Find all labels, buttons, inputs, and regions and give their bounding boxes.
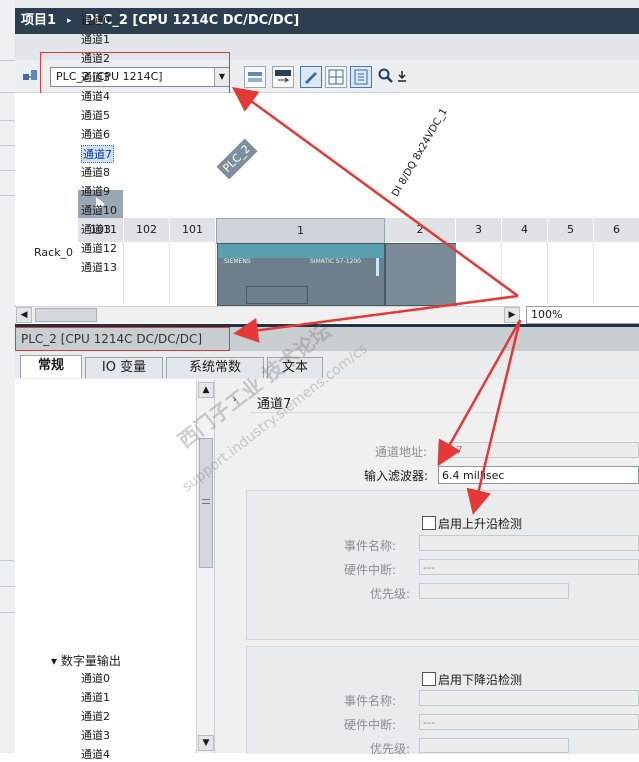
tree-item-output-channel[interactable]: 通道1 xyxy=(81,689,110,705)
priority-label: 优先级: xyxy=(370,742,411,756)
tree-item-output-channel[interactable]: 通道2 xyxy=(81,708,110,724)
slot-header[interactable]: 101 xyxy=(170,218,216,242)
hw-interrupt-label: 硬件中断: xyxy=(344,718,397,732)
device-overview-icon[interactable] xyxy=(244,66,266,88)
tree-item-input-channel[interactable]: 通道2 xyxy=(81,50,110,66)
device-breadcrumb[interactable]: PLC_2 [CPU 1214C DC/DC/DC] xyxy=(85,8,299,34)
slot-header[interactable]: 5 xyxy=(548,218,594,242)
tree-item-output-channel[interactable]: 通道4 xyxy=(81,746,110,762)
zoom-level-value: 100% xyxy=(531,308,563,321)
tree-item-input-channel[interactable]: 通道4 xyxy=(81,88,110,104)
scrollbar-thumb[interactable] xyxy=(35,308,97,322)
channel-address-label: 通道地址: xyxy=(375,445,428,459)
slot-header[interactable]: 2 xyxy=(385,218,456,242)
tree-item-input-channel[interactable]: 通道13 xyxy=(81,259,117,275)
scroll-down-icon[interactable]: ▼ xyxy=(198,735,214,751)
di-dq-module[interactable] xyxy=(385,243,457,306)
falling-edge-label: 启用下降沿检测 xyxy=(438,673,523,687)
slot-header[interactable]: 6 xyxy=(594,218,639,242)
tree-item-input-channel[interactable]: 通道0 xyxy=(81,12,110,28)
expand-arrow-icon[interactable]: ▾ xyxy=(51,654,61,668)
tree-item-output-channel[interactable]: 通道0 xyxy=(81,670,110,686)
slot-header[interactable]: 3 xyxy=(456,218,502,242)
scroll-left-icon[interactable]: ◀ xyxy=(16,307,32,323)
input-filter-select[interactable]: 6.4 millisec xyxy=(438,466,639,484)
section-divider xyxy=(250,412,639,413)
priority-field xyxy=(419,583,569,599)
list-view-icon[interactable] xyxy=(350,66,372,88)
tree-item-input-channel[interactable]: 通道10 xyxy=(81,202,117,218)
rack-slot[interactable] xyxy=(170,242,216,304)
priority-field xyxy=(419,738,569,753)
hw-interrupt-field: --- xyxy=(419,559,639,575)
tab-general[interactable]: 常规 xyxy=(20,355,82,378)
slot-header[interactable]: 102 xyxy=(124,218,170,242)
rack-name-label: Rack_0 xyxy=(34,246,74,259)
tree-item-input-channel[interactable]: 通道8 xyxy=(81,164,110,180)
grid-view-icon[interactable] xyxy=(325,66,347,88)
rack-slot[interactable] xyxy=(548,242,594,304)
input-filter-label: 输入滤波器: xyxy=(364,469,429,483)
event-name-label: 事件名称: xyxy=(344,694,397,708)
rising-edge-checkbox[interactable] xyxy=(422,516,436,530)
slot-header[interactable]: 1 xyxy=(216,218,385,244)
slot-header[interactable]: 4 xyxy=(502,218,548,242)
rack-slot[interactable] xyxy=(456,242,502,304)
rising-edge-label: 启用上升沿检测 xyxy=(438,517,523,531)
network-view-icon[interactable] xyxy=(22,68,38,84)
tree-item-input-channel[interactable]: 通道3 xyxy=(81,69,110,85)
tree-item-input-channel[interactable]: 通道7 xyxy=(81,145,114,163)
highlight-box-inspector-title xyxy=(15,327,230,351)
priority-label: 优先级: xyxy=(370,587,411,601)
tree-group-digital-output[interactable]: ▾ 数字量输出 xyxy=(51,652,121,669)
event-name-field xyxy=(419,535,639,551)
tree-item-input-channel[interactable]: 通道6 xyxy=(81,126,110,142)
canvas-horizontal-scrollbar[interactable]: ◀ ▶ xyxy=(15,306,520,323)
tree-item-input-channel[interactable]: 通道1 xyxy=(81,31,110,47)
tree-item-output-channel[interactable]: 通道3 xyxy=(81,727,110,743)
tree-item-input-channel[interactable]: 通道12 xyxy=(81,240,117,256)
tree-group-label: 数字量输出 xyxy=(60,654,121,668)
rack-slot[interactable] xyxy=(594,242,639,304)
download-arrow-icon[interactable] xyxy=(397,70,407,82)
rack-slot[interactable] xyxy=(124,242,170,304)
left-dock-strip xyxy=(0,0,16,753)
scroll-right-icon[interactable]: ▶ xyxy=(504,307,520,323)
tree-item-input-channel[interactable]: 通道5 xyxy=(81,107,110,123)
project-name[interactable]: 项目1 xyxy=(21,8,56,34)
cpu-brand-label: SIEMENS xyxy=(224,258,251,265)
zoom-level-field[interactable]: 100% xyxy=(526,306,639,324)
channel-address-field: I0.7 xyxy=(438,442,639,458)
tab-io-tags[interactable]: IO 变量 xyxy=(85,357,163,378)
hw-interrupt-label: 硬件中断: xyxy=(344,563,397,577)
show-names-icon[interactable] xyxy=(272,66,294,88)
breadcrumb-arrow-icon: ▸ xyxy=(67,16,72,26)
event-name-field xyxy=(419,690,639,706)
tree-item-input-channel[interactable]: 通道9 xyxy=(81,183,110,199)
falling-edge-checkbox[interactable] xyxy=(422,672,436,686)
pen-tool-icon[interactable] xyxy=(300,66,322,88)
scroll-up-icon[interactable]: ▲ xyxy=(198,382,214,398)
hw-interrupt-field: --- xyxy=(419,714,639,730)
tree-item-input-channel[interactable]: 通道11 xyxy=(81,221,117,237)
cpu-model-label: SIMATIC S7-1200 xyxy=(310,258,361,265)
rack-slot[interactable] xyxy=(502,242,548,304)
zoom-icon[interactable] xyxy=(378,68,394,84)
cpu-module[interactable]: SIEMENS SIMATIC S7-1200 xyxy=(217,243,385,306)
event-name-label: 事件名称: xyxy=(344,539,397,553)
